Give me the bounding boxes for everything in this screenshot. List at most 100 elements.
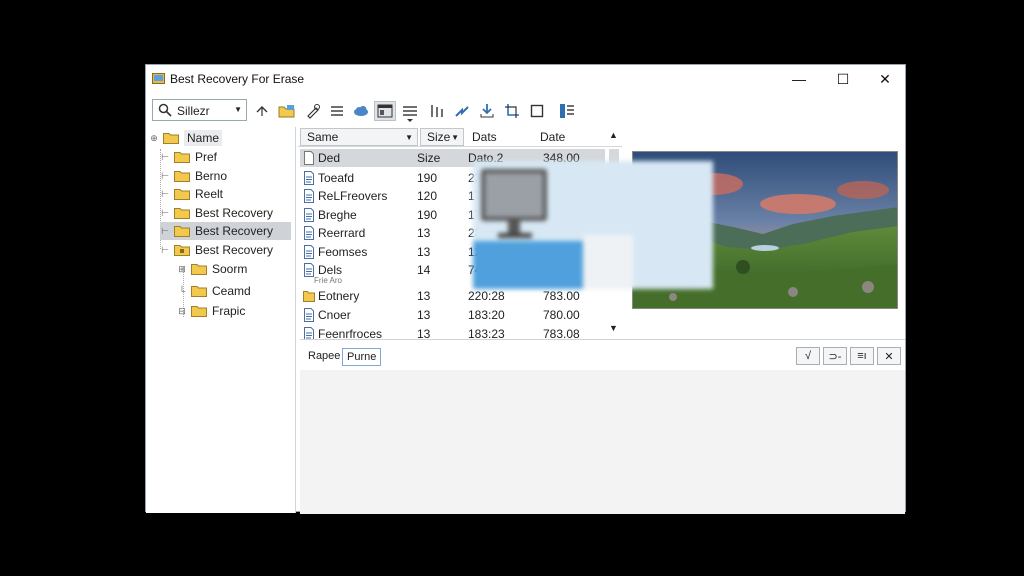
folder-icon <box>191 264 207 275</box>
table-row[interactable]: Cnoer 13 183:20 780.00 <box>300 306 605 324</box>
chevron-down-icon[interactable]: ▼ <box>234 105 242 114</box>
chevron-down-icon[interactable]: ▼ <box>405 133 413 142</box>
search-icon <box>158 103 172 117</box>
scroll-up-icon[interactable]: ▲ <box>609 130 618 140</box>
column-size-header[interactable]: Size ▼ <box>420 128 464 146</box>
square-icon[interactable] <box>526 101 548 121</box>
maximize-button[interactable]: ☐ <box>822 65 864 93</box>
folder-file-icon <box>303 291 315 302</box>
share-icon[interactable] <box>451 101 473 121</box>
tree-root[interactable]: ⊕ Name <box>149 129 223 147</box>
tree-root-label: Name <box>184 130 223 146</box>
tree-item-label: Soorm <box>212 262 248 276</box>
file-name: Breghe <box>318 208 357 222</box>
file-size: Size <box>417 151 441 165</box>
edit-icon[interactable] <box>302 101 324 121</box>
scroll-down-icon[interactable]: ▼ <box>609 323 618 333</box>
tree-item-label: Best Recovery <box>195 243 274 257</box>
blank-file-icon <box>304 151 314 165</box>
panels-icon[interactable] <box>556 101 578 121</box>
tree-item-best-recovery-selected[interactable]: ⊢ Best Recovery <box>160 222 291 240</box>
settings-button[interactable]: ≡ı <box>850 347 874 365</box>
search-box[interactable]: Sillezr ▼ <box>152 99 247 121</box>
document-icon <box>304 189 314 203</box>
tree-item-best-recovery-open[interactable]: ⊢ Best Recovery <box>160 241 273 259</box>
column-name-header[interactable]: Same ▼ <box>300 128 418 146</box>
expand-icon[interactable]: ⊢ <box>160 245 170 256</box>
close-pane-button[interactable]: ✕ <box>877 347 901 365</box>
file-size: 190 <box>417 171 438 185</box>
tree-item-pref[interactable]: ⊢ Pref <box>160 148 217 166</box>
expand-icon[interactable]: ⊢ <box>160 208 170 219</box>
cloud-icon[interactable] <box>350 101 372 121</box>
search-input[interactable]: Sillezr <box>177 104 210 118</box>
tab-purne[interactable]: Purne <box>342 348 382 366</box>
new-folder-icon[interactable] <box>276 101 298 121</box>
menu-view-icon[interactable] <box>399 101 421 127</box>
folder-icon <box>191 286 207 297</box>
app-icon <box>152 73 165 84</box>
file-date: 220:28 <box>468 289 505 303</box>
details-view-icon[interactable] <box>374 101 396 121</box>
collapse-icon[interactable]: ⊟ <box>177 306 187 317</box>
column-date2-header[interactable]: Date <box>534 128 604 146</box>
file-name: Toeafd <box>318 171 355 185</box>
column-name-label: Same <box>307 130 339 144</box>
tab-rapee[interactable]: Rapee <box>304 348 344 366</box>
preview-area <box>300 370 905 514</box>
tree-item-label: Berno <box>195 169 228 183</box>
file-size: 120 <box>417 189 438 203</box>
column-size-label: Size <box>427 130 451 144</box>
file-name: Dels <box>318 263 343 277</box>
expand-icon[interactable]: ⊢ <box>160 171 170 182</box>
check-button[interactable]: √ <box>796 347 820 365</box>
download-icon[interactable] <box>476 101 498 121</box>
option-button[interactable]: ⊃- <box>823 347 847 365</box>
back-icon[interactable] <box>251 101 273 121</box>
tree-item-berno[interactable]: ⊢ Berno <box>160 167 227 185</box>
column-date2-label: Date <box>540 130 566 144</box>
close-button[interactable]: ✕ <box>864 65 906 93</box>
file-name: Ded <box>318 151 341 165</box>
document-icon <box>304 208 314 222</box>
expand-icon[interactable]: ⊢ <box>160 152 170 163</box>
column-date-label: Dats <box>472 130 497 144</box>
document-icon <box>304 226 314 240</box>
columns-icon[interactable] <box>426 101 448 121</box>
expand-icon[interactable]: ⊕ <box>149 133 159 144</box>
folder-tree: ⊕ Name ⊢ Pref ⊢ Berno ⊢ Reelt ⊢ Best Rec… <box>146 127 296 513</box>
minimize-button[interactable]: — <box>778 65 820 93</box>
file-name: Reerrard <box>318 226 366 240</box>
window-title: Best Recovery For Erase <box>170 72 305 86</box>
tree-item-label: Frapic <box>212 304 246 318</box>
app-window: Best Recovery For Erase — ☐ ✕ Sillezr ▼ <box>145 64 906 514</box>
folder-icon <box>174 152 190 163</box>
folder-icon <box>174 189 190 200</box>
table-row[interactable]: Eotnery 13 220:28 783.00 <box>300 287 605 305</box>
toolbar: Sillezr ▼ <box>146 95 905 127</box>
expand-icon[interactable]: ⊢ <box>160 189 170 200</box>
list-view-icon[interactable] <box>326 101 348 121</box>
tree-item-ceamd[interactable]: └ Ceamd <box>177 282 251 300</box>
file-size: 13 <box>417 308 431 322</box>
expand-icon[interactable]: ⊞ <box>177 264 187 275</box>
folder-icon <box>174 208 190 219</box>
monitor-image <box>473 161 713 289</box>
file-name: Feomses <box>318 245 368 259</box>
expand-icon[interactable]: ⊢ <box>160 226 170 237</box>
tree-item-best-recovery[interactable]: ⊢ Best Recovery <box>160 204 273 222</box>
tree-item-label: Best Recovery <box>195 224 274 238</box>
tree-item-label: Reelt <box>195 187 224 201</box>
file-size: 13 <box>417 289 431 303</box>
file-date: 183:20 <box>468 308 505 322</box>
folder-icon <box>174 226 190 237</box>
crop-icon[interactable] <box>501 101 523 121</box>
tree-item-frapic[interactable]: ⊟ Frapic <box>177 302 245 320</box>
chevron-down-icon[interactable]: ▼ <box>451 133 459 142</box>
list-header: Same ▼ Size ▼ Dats Date <box>298 127 622 147</box>
tree-item-reelt[interactable]: ⊢ Reelt <box>160 185 223 203</box>
tree-item-soorm[interactable]: ⊞ Soorm <box>177 260 247 278</box>
tree-item-label: Pref <box>195 150 218 164</box>
folder-locked-icon <box>174 245 190 256</box>
column-date-header[interactable]: Dats <box>466 128 530 146</box>
